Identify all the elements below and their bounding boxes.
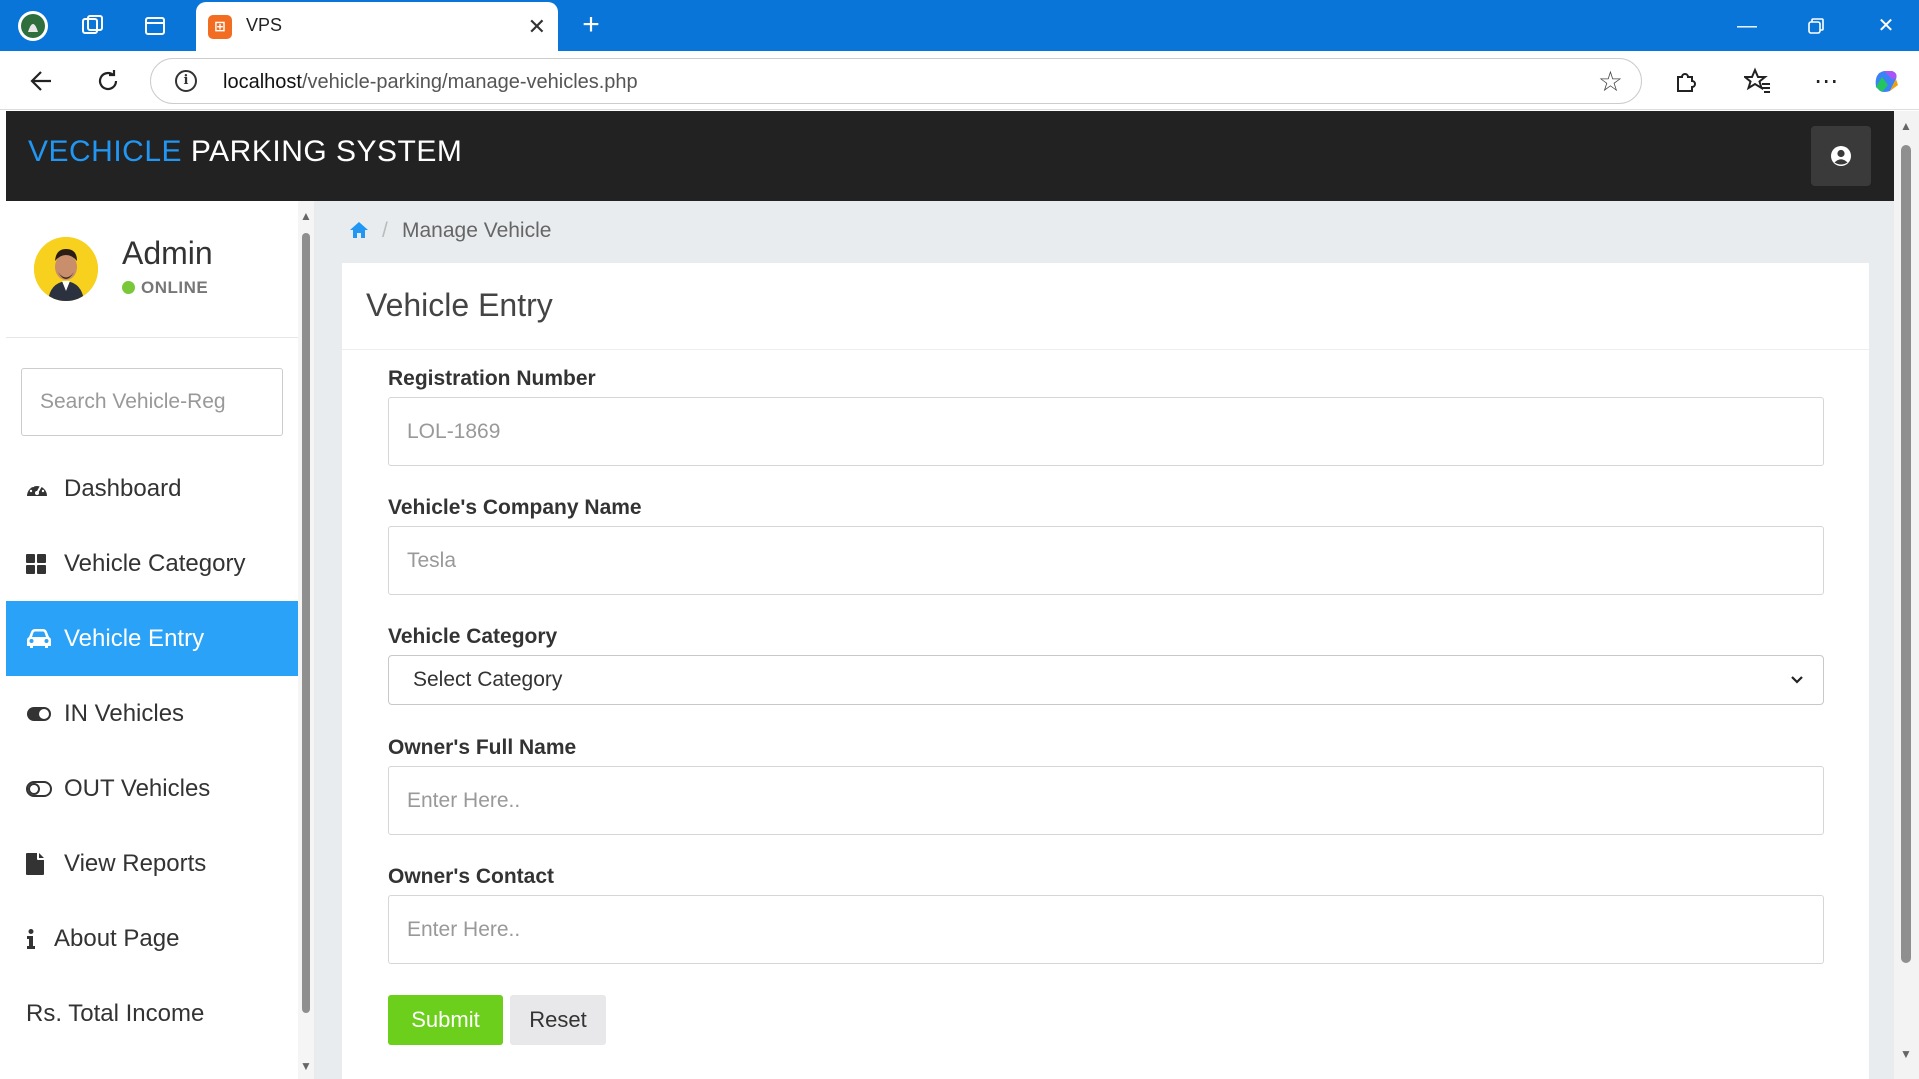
favorite-star-icon[interactable]: ☆: [1598, 65, 1623, 98]
toggle-off-icon: [26, 780, 56, 797]
reset-button[interactable]: Reset: [510, 995, 606, 1045]
app-root: VECHICLE PARKING SYSTEM Admin ONLINE Das…: [6, 111, 1894, 1079]
info-icon: [26, 928, 46, 949]
select-value: Select Category: [413, 668, 563, 691]
online-dot-icon: [122, 281, 135, 294]
browser-tab-bar: ⊞ VPS ✕ + — ✕: [0, 0, 1919, 51]
breadcrumb-current: Manage Vehicle: [402, 219, 552, 242]
xampp-favicon-icon: ⊞: [208, 15, 232, 39]
owner-name-input[interactable]: [388, 766, 1824, 835]
online-status: ONLINE: [122, 278, 208, 298]
favorites-icon[interactable]: [1740, 63, 1776, 99]
sidebar-item-label: Dashboard: [64, 474, 182, 502]
registration-number-label: Registration Number: [388, 367, 596, 390]
user-circle-icon: [1831, 146, 1851, 166]
sidebar-item-dashboard[interactable]: Dashboard: [6, 451, 298, 526]
profile-panel: Admin ONLINE: [6, 201, 298, 338]
address-bar[interactable]: i localhost/vehicle-parking/manage-vehic…: [150, 58, 1642, 104]
close-window-icon[interactable]: ✕: [1861, 10, 1911, 42]
sidebar-item-label: Rs. Total Income: [26, 999, 205, 1027]
minimize-icon[interactable]: —: [1722, 10, 1772, 42]
toggle-on-icon: [26, 706, 56, 722]
sidebar-item-in-vehicles[interactable]: IN Vehicles: [6, 676, 298, 751]
tab-actions-icon[interactable]: [138, 9, 172, 43]
profile-name: Admin: [122, 235, 213, 271]
company-name-input[interactable]: [388, 526, 1824, 595]
sidebar-item-total-income[interactable]: Rs. Total Income: [6, 976, 298, 1051]
card-header: Vehicle Entry: [342, 263, 1869, 350]
company-name-label: Vehicle's Company Name: [388, 496, 642, 519]
breadcrumb: / Manage Vehicle: [314, 201, 1894, 263]
reload-icon[interactable]: [90, 63, 126, 99]
copilot-icon[interactable]: [1868, 63, 1904, 99]
sidebar-item-about-page[interactable]: About Page: [6, 901, 298, 976]
sidebar: Admin ONLINE Dashboard Vehicle Category …: [6, 201, 298, 1079]
vehicle-category-select[interactable]: Select Category: [388, 655, 1824, 705]
profile-avatar-icon[interactable]: [16, 9, 50, 43]
file-icon: [26, 852, 56, 875]
brand-part-1: VECHICLE: [28, 135, 183, 168]
user-menu-button[interactable]: [1811, 126, 1871, 186]
chevron-down-icon: [1789, 670, 1805, 694]
car-icon: [26, 628, 56, 650]
avatar: [34, 237, 98, 301]
registration-number-input[interactable]: [388, 397, 1824, 466]
new-tab-icon[interactable]: +: [574, 9, 608, 43]
sidebar-menu: Dashboard Vehicle Category Vehicle Entry…: [6, 451, 298, 1051]
more-options-icon[interactable]: ⋯: [1808, 63, 1844, 99]
restore-icon[interactable]: [1791, 10, 1841, 42]
scroll-down-arrow-icon[interactable]: ▼: [300, 1059, 312, 1073]
sidebar-item-label: OUT Vehicles: [64, 774, 211, 802]
breadcrumb-separator: /: [382, 219, 388, 242]
sidebar-item-label: View Reports: [64, 849, 207, 877]
app-header: VECHICLE PARKING SYSTEM: [6, 111, 1894, 201]
sidebar-item-label: About Page: [54, 924, 180, 952]
sidebar-item-out-vehicles[interactable]: OUT Vehicles: [6, 751, 298, 826]
sidebar-item-vehicle-entry[interactable]: Vehicle Entry: [6, 601, 298, 676]
workspaces-icon[interactable]: [76, 9, 110, 43]
submit-button[interactable]: Submit: [388, 995, 503, 1045]
sidebar-item-label: Vehicle Entry: [64, 624, 205, 652]
browser-toolbar: i localhost/vehicle-parking/manage-vehic…: [0, 51, 1919, 110]
brand-title[interactable]: VECHICLE PARKING SYSTEM: [28, 135, 462, 169]
page-title: Vehicle Entry: [366, 287, 553, 323]
page-scrollbar[interactable]: ▲ ▼: [1894, 111, 1919, 1079]
tab-close-icon[interactable]: ✕: [528, 14, 546, 40]
back-icon[interactable]: [24, 63, 60, 99]
dashboard-icon: [26, 479, 56, 499]
sidebar-scrollbar-thumb[interactable]: [302, 233, 310, 1013]
owner-contact-input[interactable]: [388, 895, 1824, 964]
sidebar-item-view-reports[interactable]: View Reports: [6, 826, 298, 901]
owner-contact-label: Owner's Contact: [388, 865, 555, 888]
scroll-up-arrow-icon[interactable]: ▲: [300, 209, 312, 223]
url-text[interactable]: localhost/vehicle-parking/manage-vehicle…: [223, 71, 638, 94]
home-icon[interactable]: [349, 221, 369, 244]
search-vehicle-input[interactable]: [21, 368, 283, 436]
page-scroll-down-icon[interactable]: ▼: [1900, 1047, 1912, 1061]
vehicle-category-label: Vehicle Category: [388, 625, 558, 648]
sidebar-item-label: Vehicle Category: [64, 549, 246, 577]
extensions-icon[interactable]: [1668, 63, 1704, 99]
sidebar-scrollbar[interactable]: ▲ ▼: [298, 201, 314, 1079]
vehicle-entry-card: Vehicle Entry Registration Number Vehicl…: [342, 263, 1869, 1079]
page-scrollbar-thumb[interactable]: [1901, 145, 1911, 963]
site-info-icon[interactable]: i: [175, 70, 197, 92]
sidebar-item-vehicle-category[interactable]: Vehicle Category: [6, 526, 298, 601]
sidebar-item-label: IN Vehicles: [64, 699, 185, 727]
grid-icon: [26, 553, 56, 574]
owner-name-label: Owner's Full Name: [388, 736, 577, 759]
browser-tab-active[interactable]: ⊞ VPS ✕: [196, 2, 558, 51]
brand-part-2: PARKING SYSTEM: [190, 135, 463, 168]
tab-title: VPS: [246, 15, 283, 35]
page-scroll-up-icon[interactable]: ▲: [1900, 119, 1912, 133]
